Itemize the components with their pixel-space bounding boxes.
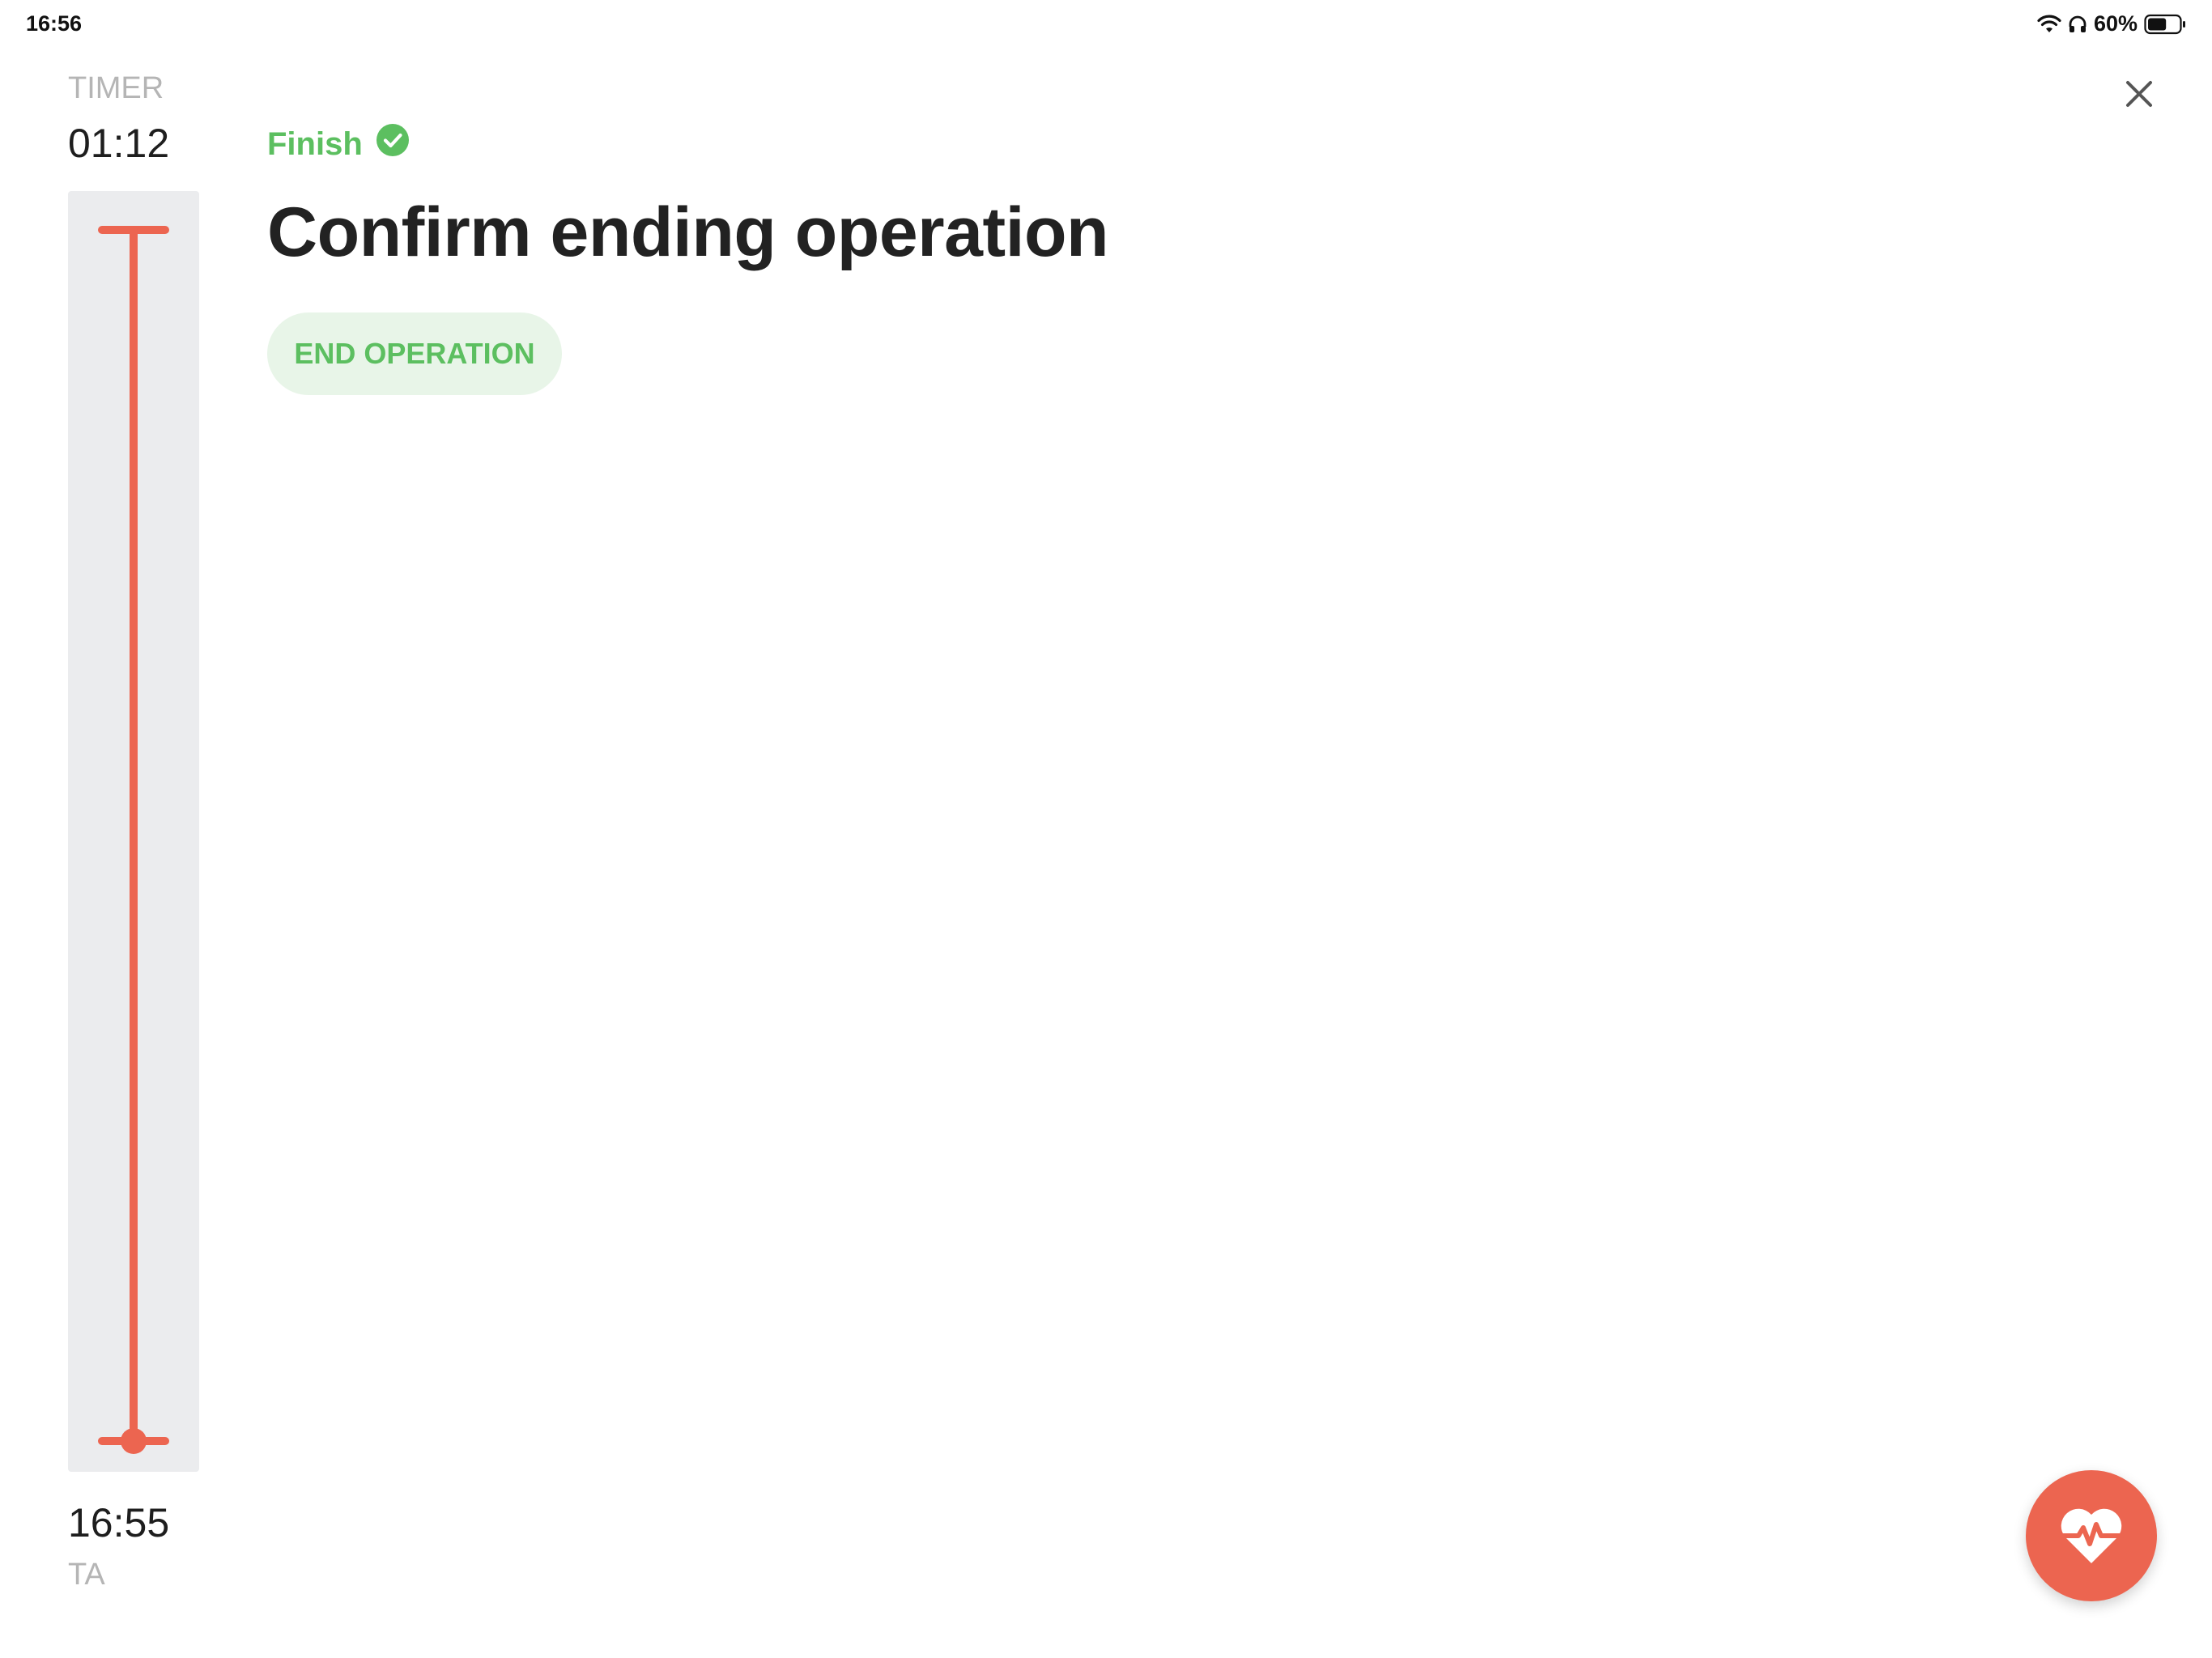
end-operation-button[interactable]: END OPERATION — [267, 312, 562, 395]
headphones-icon — [2068, 15, 2087, 34]
close-icon — [2126, 81, 2152, 107]
timeline-track — [68, 191, 199, 1472]
status-time: 16:56 — [26, 11, 83, 36]
check-circle-icon — [376, 123, 410, 165]
close-button[interactable] — [2115, 70, 2163, 118]
heart-pulse-icon — [2058, 1508, 2125, 1563]
vitals-fab-button[interactable] — [2026, 1470, 2157, 1601]
start-label: TA — [68, 1558, 105, 1592]
page-title: Confirm ending operation — [267, 193, 1109, 271]
status-bar: 16:56 60% — [0, 0, 2212, 49]
timeline-graphic — [98, 226, 169, 1454]
battery-percent: 60% — [2093, 11, 2138, 36]
start-time: 16:55 — [68, 1500, 170, 1545]
timer-label: TIMER — [68, 71, 164, 105]
finish-status: Finish — [267, 123, 410, 165]
status-indicators: 60% — [2037, 11, 2186, 36]
finish-status-label: Finish — [267, 125, 363, 162]
battery-icon — [2144, 14, 2186, 35]
timer-value: 01:12 — [68, 121, 170, 166]
wifi-icon — [2037, 15, 2061, 34]
timeline-start-marker — [121, 1428, 147, 1454]
